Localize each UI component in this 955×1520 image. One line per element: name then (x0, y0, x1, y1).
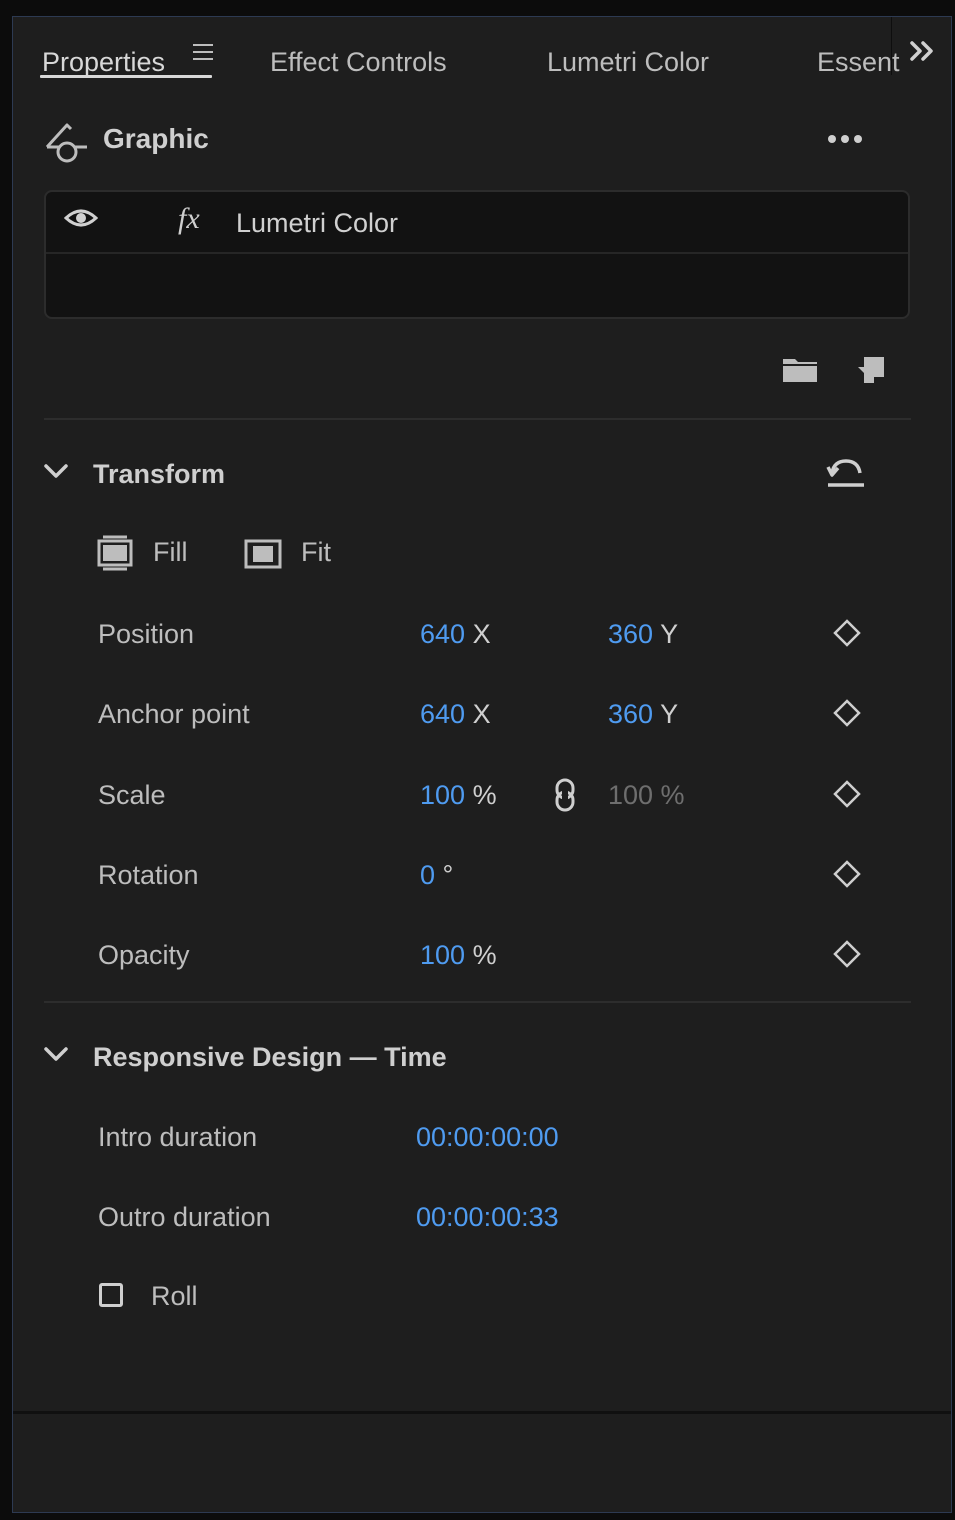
responsive-design-title[interactable]: Responsive Design — Time (93, 1042, 447, 1073)
anchor-y-value[interactable]: 360 (608, 699, 653, 729)
tab-overflow-divider (891, 17, 892, 75)
new-item-icon[interactable] (856, 355, 886, 390)
intro-duration-value[interactable]: 00:00:00:00 (416, 1122, 559, 1153)
position-x-field: 640 X (420, 619, 491, 650)
scale-value[interactable]: 100 (420, 780, 465, 810)
tab-properties[interactable]: Properties (42, 47, 165, 78)
hamburger-menu-icon[interactable] (193, 41, 215, 63)
fill-icon[interactable] (97, 533, 133, 578)
section-divider (44, 1001, 911, 1003)
position-x-value[interactable]: 640 (420, 619, 465, 649)
effect-row[interactable]: fx Lumetri Color (46, 192, 908, 254)
chevron-down-icon[interactable] (43, 1042, 69, 1068)
clip-title: Graphic (103, 123, 209, 154)
eye-icon[interactable] (63, 206, 99, 235)
effects-list: fx Lumetri Color (44, 190, 910, 319)
position-y-field: 360 Y (608, 619, 678, 650)
rotation-unit: ° (442, 860, 454, 890)
fill-label[interactable]: Fill (153, 537, 188, 568)
section-divider (44, 418, 911, 420)
anchor-x-unit: X (472, 699, 491, 729)
scale-unit: % (472, 780, 497, 810)
panel-footer-divider (13, 1411, 951, 1414)
transform-title[interactable]: Transform (93, 459, 225, 490)
effect-name: Lumetri Color (236, 208, 399, 238)
tab-lumetri-color[interactable]: Lumetri Color (547, 47, 709, 78)
chevron-down-icon[interactable] (43, 459, 69, 485)
position-y-value[interactable]: 360 (608, 619, 653, 649)
rotation-field: 0 ° (420, 860, 453, 891)
tab-essential[interactable]: Essent (817, 47, 900, 78)
rotation-value[interactable]: 0 (420, 860, 435, 890)
position-y-unit: Y (660, 619, 679, 649)
anchor-x-field: 640 X (420, 699, 491, 730)
diamond-keyframe-icon[interactable] (833, 619, 861, 647)
double-chevron-right-icon[interactable] (909, 39, 937, 68)
position-x-unit: X (472, 619, 491, 649)
ellipsis-icon[interactable] (826, 131, 866, 152)
tab-effect-controls[interactable]: Effect Controls (270, 47, 447, 78)
anchor-y-unit: Y (660, 699, 679, 729)
outro-duration-label: Outro duration (98, 1202, 271, 1232)
link-icon[interactable] (554, 777, 576, 818)
diamond-keyframe-icon[interactable] (833, 860, 861, 888)
folder-icon[interactable] (782, 355, 818, 388)
rotation-label: Rotation (98, 860, 199, 890)
diamond-keyframe-icon[interactable] (833, 699, 861, 727)
opacity-label: Opacity (98, 940, 190, 970)
active-tab-indicator (40, 75, 212, 78)
fit-label[interactable]: Fit (301, 537, 331, 568)
outro-duration-value[interactable]: 00:00:00:33 (416, 1202, 559, 1233)
opacity-field: 100 % (420, 940, 497, 971)
scale-label: Scale (98, 780, 166, 810)
roll-checkbox[interactable] (99, 1283, 123, 1307)
opacity-unit: % (472, 940, 497, 970)
scale-field: 100 % (420, 780, 497, 811)
graphic-pen-icon (43, 119, 89, 170)
anchor-point-label: Anchor point (98, 699, 250, 729)
scale-height-value: 100 % (608, 780, 685, 810)
fx-icon: fx (178, 202, 200, 235)
opacity-value[interactable]: 100 (420, 940, 465, 970)
diamond-keyframe-icon[interactable] (833, 780, 861, 808)
fit-icon[interactable] (244, 539, 282, 574)
reset-icon[interactable] (826, 457, 866, 494)
roll-label[interactable]: Roll (151, 1281, 198, 1312)
anchor-y-field: 360 Y (608, 699, 678, 730)
intro-duration-label: Intro duration (98, 1122, 258, 1152)
properties-panel: Properties Effect Controls Lumetri Color… (12, 16, 952, 1513)
anchor-x-value[interactable]: 640 (420, 699, 465, 729)
diamond-keyframe-icon[interactable] (833, 940, 861, 968)
position-label: Position (98, 619, 195, 649)
